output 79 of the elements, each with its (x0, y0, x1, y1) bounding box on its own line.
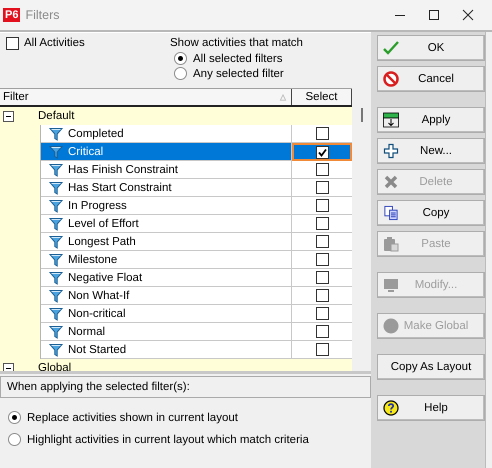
funnel-icon (49, 252, 63, 266)
filter-row[interactable]: Level of Effort (41, 215, 292, 233)
funnel-icon (49, 342, 63, 356)
filter-row[interactable]: Has Finish Constraint (41, 161, 292, 179)
plus-icon (382, 143, 400, 159)
radio-label: Replace activities shown in current layout (27, 412, 238, 424)
funnel-icon (49, 126, 63, 140)
funnel-icon (49, 180, 63, 194)
button[interactable]: Help (377, 395, 485, 421)
group-row[interactable]: Default (38, 110, 74, 122)
copy-icon (382, 205, 400, 221)
radio-button[interactable] (8, 411, 21, 424)
clipboard-icon (382, 236, 400, 252)
button[interactable]: Apply (377, 107, 485, 133)
checkmark-icon (318, 148, 327, 156)
funnel-icon (49, 306, 63, 320)
checkbox[interactable] (316, 271, 329, 284)
group-label: Show activities that match (170, 37, 303, 49)
column-header[interactable]: Filter (0, 89, 292, 105)
monitor-icon (382, 277, 400, 293)
checkbox[interactable] (316, 127, 329, 140)
button[interactable]: Copy (377, 200, 485, 226)
filter-row[interactable]: In Progress (41, 197, 292, 215)
group-row[interactable]: Global (38, 362, 72, 371)
filter-row[interactable]: Longest Path (41, 233, 292, 251)
help-icon (382, 400, 400, 416)
radio-button[interactable] (8, 433, 21, 446)
funnel-icon (49, 234, 63, 248)
collapse-toggle[interactable] (3, 110, 14, 122)
radio-button[interactable] (174, 67, 187, 80)
checkbox[interactable] (316, 289, 329, 302)
checkbox[interactable] (316, 235, 329, 248)
funnel-icon (49, 162, 63, 176)
maximize-icon[interactable] (426, 7, 442, 23)
filter-row[interactable]: Completed (41, 125, 292, 143)
radio-label: All selected filters (193, 52, 282, 64)
checkbox[interactable] (316, 199, 329, 212)
checkbox-label: All Activities (24, 37, 85, 49)
checkbox[interactable] (6, 37, 19, 50)
checkbox[interactable] (316, 217, 329, 230)
button[interactable]: New... (377, 138, 485, 164)
funnel-icon (49, 216, 63, 230)
button[interactable]: OK (377, 35, 485, 61)
radio-label: Any selected filter (193, 68, 284, 80)
radio-label: Highlight activities in current layout which match criteria (27, 434, 309, 446)
cross-icon (382, 174, 400, 190)
collapse-toggle[interactable] (3, 362, 14, 371)
funnel-icon (49, 270, 63, 284)
section-label: When applying the selected filter(s): (0, 376, 371, 398)
filter-row[interactable]: Critical (41, 143, 292, 161)
sort-icon (279, 94, 287, 100)
funnel-icon (49, 144, 63, 158)
filter-row[interactable]: Normal (41, 323, 292, 341)
checkbox[interactable] (316, 343, 329, 356)
checkbox[interactable] (316, 163, 329, 176)
checkbox[interactable] (316, 307, 329, 320)
checkbox[interactable] (316, 146, 329, 158)
check-icon (382, 40, 400, 56)
funnel-icon (49, 288, 63, 302)
button[interactable]: Cancel (377, 66, 485, 92)
filter-row[interactable]: Not Started (41, 341, 292, 359)
window-title: Filters (25, 8, 60, 22)
filter-row[interactable]: Negative Float (41, 269, 292, 287)
funnel-icon (49, 324, 63, 338)
checkbox[interactable] (316, 253, 329, 266)
circle-icon (382, 318, 400, 334)
button[interactable]: Copy As Layout (377, 354, 485, 380)
filter-row[interactable]: Milestone (41, 251, 292, 269)
table-icon (382, 112, 400, 128)
filter-row[interactable]: Non-critical (41, 305, 292, 323)
filter-row[interactable]: Non What-If (41, 287, 292, 305)
close-icon[interactable] (460, 7, 476, 23)
prohibited-icon (382, 71, 400, 87)
checkbox[interactable] (316, 181, 329, 194)
checkbox[interactable] (316, 325, 329, 338)
filter-row[interactable]: Has Start Constraint (41, 179, 292, 197)
funnel-icon (49, 198, 63, 212)
radio-button[interactable] (174, 52, 187, 65)
app-logo: P6 (3, 8, 20, 22)
